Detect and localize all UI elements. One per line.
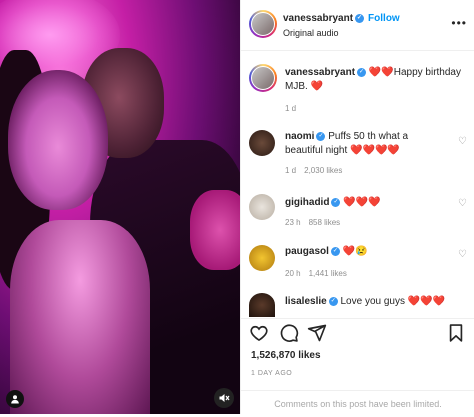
comment-text: paugasol ✓ ❤️😢 [285, 245, 445, 259]
comment-time: 20 h [285, 269, 301, 278]
verified-badge-icon: ✓ [328, 296, 338, 306]
post-timestamp: 1 DAY AGO [251, 370, 293, 377]
comment-username[interactable]: paugasol [285, 246, 329, 257]
comment-time: 23 h [285, 218, 301, 227]
original-audio-link[interactable]: Original audio [283, 28, 339, 38]
comment-avatar[interactable] [249, 130, 275, 156]
person-tag-icon[interactable] [6, 390, 24, 408]
comment-item: naomi ✓ Puffs 50 th what a beautiful nigh… [241, 126, 474, 178]
comment-avatar[interactable] [249, 194, 275, 220]
comment-emoji: ❤️❤️❤️❤️ [350, 145, 400, 156]
header-user-row: vanessabryant ✓ Follow [283, 13, 400, 24]
comment-likes[interactable]: 2,030 likes [304, 166, 342, 175]
heart-icon[interactable]: ♡ [458, 136, 467, 147]
verified-badge-icon: ✓ [331, 197, 341, 207]
heart-icon[interactable]: ♡ [458, 249, 467, 260]
header-avatar[interactable] [249, 10, 277, 38]
share-icon[interactable] [307, 323, 327, 348]
comment-meta: 1 d 2,030 likes [285, 166, 350, 175]
comment-avatar[interactable] [249, 293, 275, 317]
caption-username[interactable]: vanessabryant [285, 67, 355, 78]
comment-username[interactable]: lisaleslie [285, 296, 327, 307]
comment-username[interactable]: gigihadid [285, 197, 329, 208]
comments-limited-notice: Comments on this post have been limited. [241, 390, 474, 415]
post-caption: vanessabryant ✓ ❤️❤️Happy birthday MJB. ❤… [241, 60, 474, 116]
verified-badge-icon: ✓ [355, 13, 365, 23]
comment-item: gigihadid ✓ ❤️❤️❤️ 23 h 858 likes ♡ [241, 192, 474, 232]
comment-emoji: ❤️❤️❤️ [343, 197, 381, 208]
post-side-panel: vanessabryant ✓ Follow Original audio ••• … [240, 0, 474, 414]
comment-likes[interactable]: 858 likes [309, 218, 341, 227]
verified-badge-icon: ✓ [357, 67, 367, 77]
more-options-icon[interactable]: ••• [451, 16, 467, 30]
comment-emoji: ❤️😢 [342, 246, 368, 257]
verified-badge-icon: ✓ [316, 131, 326, 141]
post-video[interactable] [0, 0, 240, 414]
caption-avatar[interactable] [249, 64, 277, 92]
comment-emoji: ❤️❤️❤️ [407, 296, 446, 307]
follow-button[interactable]: Follow [368, 13, 400, 24]
video-figure-dress [10, 220, 150, 414]
comment-text: gigihadid ✓ ❤️❤️❤️ [285, 196, 445, 210]
comment-item: paugasol ✓ ❤️😢 20 h 1,441 likes ♡ [241, 243, 474, 283]
instagram-post: vanessabryant ✓ Follow Original audio ••• … [0, 0, 474, 414]
video-figure-hand [190, 190, 240, 270]
bookmark-icon[interactable] [447, 323, 465, 348]
comment-username[interactable]: naomi [285, 131, 314, 142]
caption-emoji-end: ❤️ [310, 81, 324, 92]
video-figure-woman [8, 70, 108, 210]
comment-meta: 20 h 1,441 likes [285, 269, 355, 278]
heart-icon[interactable]: ♡ [458, 198, 467, 209]
caption-emoji: ❤️❤️ [368, 67, 394, 78]
comment-avatar[interactable] [249, 245, 275, 271]
heart-icon[interactable] [249, 323, 269, 348]
post-actions-bar [241, 318, 474, 349]
comment-text: lisaleslie ✓ Love you guys ❤️❤️❤️ [285, 295, 465, 309]
header-username[interactable]: vanessabryant [283, 13, 353, 24]
comment-icon[interactable] [279, 323, 299, 348]
post-likes-count[interactable]: 1,526,870 likes [251, 350, 321, 361]
comment-body: Love you guys [340, 296, 405, 307]
comment-meta: 23 h 858 likes [285, 218, 348, 227]
verified-badge-icon: ✓ [330, 246, 340, 256]
caption-time: 1 d [285, 104, 297, 113]
post-header: vanessabryant ✓ Follow Original audio ••• [241, 0, 474, 51]
caption-text: vanessabryant ✓ ❤️❤️Happy birthday MJB. ❤… [285, 66, 465, 94]
comment-time: 1 d [285, 166, 297, 175]
comment-text: naomi ✓ Puffs 50 th what a beautiful nigh… [285, 130, 445, 158]
comment-likes[interactable]: 1,441 likes [309, 269, 347, 278]
caption-meta: 1 d [285, 104, 304, 113]
muted-speaker-icon[interactable] [214, 388, 234, 408]
comment-item: lisaleslie ✓ Love you guys ❤️❤️❤️ [241, 293, 474, 317]
